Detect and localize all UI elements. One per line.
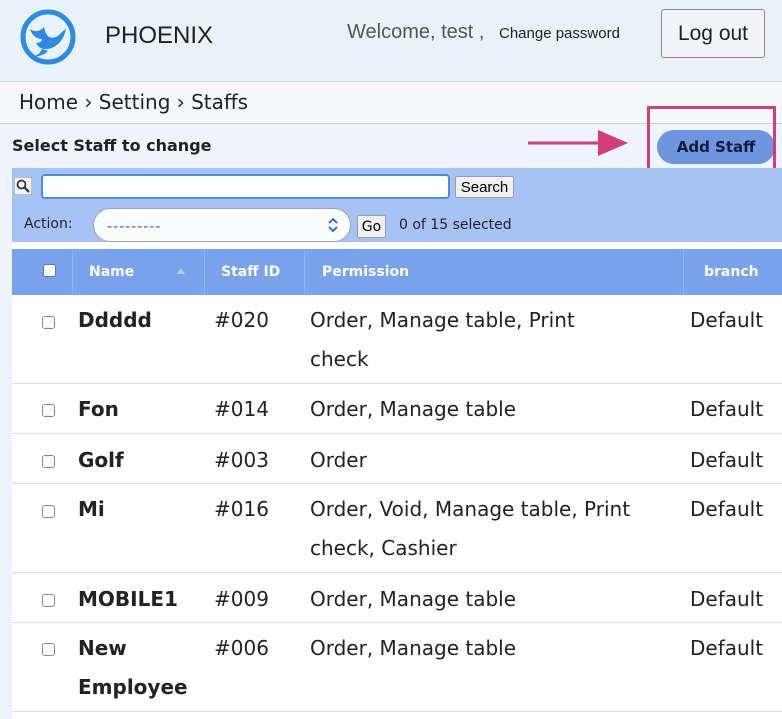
- header-divider: [204, 249, 205, 295]
- row-checkbox[interactable]: [42, 643, 55, 656]
- staff-name[interactable]: Ddddd: [78, 301, 208, 339]
- welcome-text: Welcome, test ,: [347, 21, 485, 43]
- search-input[interactable]: [41, 174, 450, 199]
- staff-permission: Order, Manage table, Print: [310, 308, 575, 332]
- staff-permission: Order, Void, Manage table, Print: [310, 497, 631, 521]
- staff-branch: Default: [690, 397, 764, 421]
- select-all-checkbox[interactable]: [43, 264, 56, 277]
- staff-id: #014: [214, 397, 269, 421]
- staff-id: #009: [214, 587, 269, 611]
- row-checkbox[interactable]: [42, 404, 55, 417]
- staff-permission: Order: [310, 448, 367, 472]
- staff-branch: Default: [690, 587, 764, 611]
- header-divider: [72, 249, 73, 295]
- staff-permission: Order, Manage table: [310, 397, 517, 421]
- breadcrumb[interactable]: Home › Setting › Staffs: [19, 90, 248, 114]
- sort-asc-icon[interactable]: [177, 268, 185, 274]
- staff-permission-cont: check: [310, 347, 369, 371]
- phoenix-logo-icon[interactable]: [20, 9, 76, 65]
- row-checkbox[interactable]: [42, 316, 55, 329]
- staff-branch: Default: [690, 497, 764, 521]
- staff-permission-cont: check, Cashier: [310, 536, 457, 560]
- staff-branch: Default: [690, 636, 764, 660]
- staff-permission: Order, Manage table: [310, 636, 517, 660]
- staff-id: #006: [214, 636, 269, 660]
- staff-name[interactable]: Mi: [78, 490, 208, 528]
- search-icon: [14, 177, 32, 195]
- select-arrows-icon: [328, 217, 338, 233]
- change-password-link[interactable]: Change password: [499, 25, 620, 42]
- staff-name[interactable]: New: [78, 629, 208, 667]
- row-checkbox[interactable]: [42, 594, 55, 607]
- staff-name[interactable]: Golf: [78, 441, 208, 479]
- staff-branch: Default: [690, 308, 764, 332]
- header-divider: [683, 249, 684, 295]
- staff-permission: Order, Manage table: [310, 587, 517, 611]
- page-title: Select Staff to change: [12, 136, 212, 155]
- row-checkbox[interactable]: [42, 505, 55, 518]
- row-checkbox[interactable]: [42, 455, 55, 468]
- column-header-permission[interactable]: Permission: [322, 264, 409, 280]
- column-header-branch[interactable]: branch: [704, 264, 759, 280]
- column-header-name[interactable]: Name: [89, 264, 134, 280]
- selected-count: 0 of 15 selected: [399, 217, 512, 233]
- logout-button[interactable]: Log out: [661, 9, 765, 58]
- column-header-staff-id[interactable]: Staff ID: [221, 264, 280, 280]
- staff-branch: Default: [690, 448, 764, 472]
- staff-id: #016: [214, 497, 269, 521]
- arrow-right-icon: [528, 130, 628, 156]
- action-label: Action:: [24, 216, 73, 232]
- staff-name[interactable]: Fon: [78, 390, 208, 428]
- staff-name[interactable]: MOBILE1: [78, 580, 208, 618]
- search-button[interactable]: Search: [455, 176, 514, 198]
- staff-id: #020: [214, 308, 269, 332]
- action-select-value: ---------: [107, 219, 162, 235]
- staff-name-cont[interactable]: Employee: [78, 668, 208, 706]
- staff-id: #003: [214, 448, 269, 472]
- brand-name: PHOENIX: [105, 22, 214, 49]
- header-divider: [304, 249, 305, 295]
- go-button[interactable]: Go: [357, 215, 386, 238]
